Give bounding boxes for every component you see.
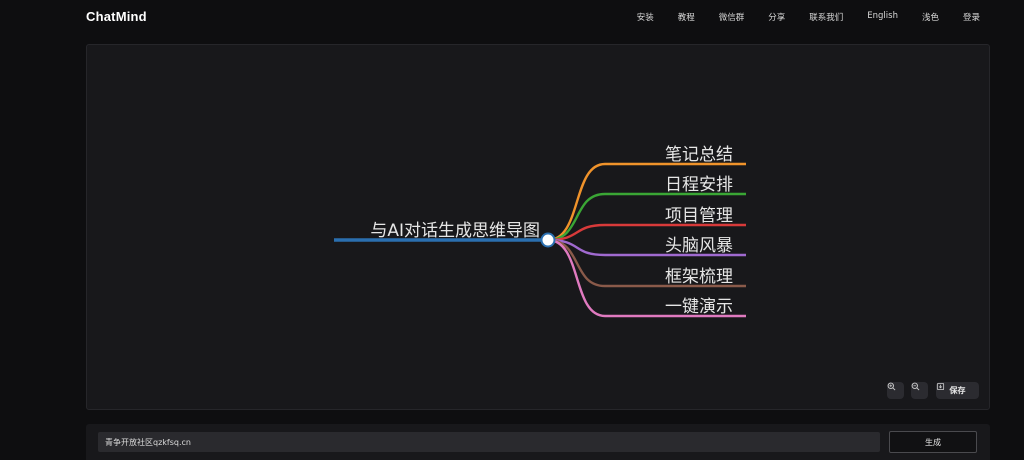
- root-node-label[interactable]: 与AI对话生成思维导图: [370, 221, 540, 241]
- zoom-in-icon: [887, 382, 896, 391]
- branch-node-label[interactable]: 项目管理: [665, 206, 733, 226]
- generate-button[interactable]: 生成: [889, 431, 977, 453]
- nav-light-theme[interactable]: 浅色: [922, 11, 939, 23]
- zoom-out-icon: [911, 382, 920, 391]
- nav-share[interactable]: 分享: [768, 11, 785, 23]
- zoom-out-button[interactable]: [911, 382, 928, 399]
- save-label: 保存: [949, 386, 966, 395]
- nav-tutorial[interactable]: 教程: [678, 11, 695, 23]
- branch-node-label[interactable]: 日程安排: [665, 175, 733, 195]
- mindmap-svg[interactable]: 与AI对话生成思维导图 笔记总结日程安排项目管理头脑风暴框架梳理一键演示: [87, 45, 991, 411]
- save-button[interactable]: 保存: [936, 382, 979, 399]
- prompt-input[interactable]: [98, 432, 880, 452]
- nav-install[interactable]: 安装: [637, 11, 654, 23]
- branch-node-label[interactable]: 一键演示: [665, 297, 733, 317]
- save-icon: [936, 382, 945, 391]
- prompt-panel: 生成: [86, 424, 990, 460]
- page: ChatMind 安装 教程 微信群 分享 联系我们 English 浅色 登录 与AI对话生…: [0, 0, 1024, 460]
- branch-node-label[interactable]: 头脑风暴: [665, 236, 733, 256]
- zoom-in-button[interactable]: [887, 382, 904, 399]
- mindmap-canvas[interactable]: 与AI对话生成思维导图 笔记总结日程安排项目管理头脑风暴框架梳理一键演示: [86, 44, 990, 410]
- branch-node-label[interactable]: 框架梳理: [665, 267, 733, 287]
- nav-english[interactable]: English: [867, 11, 898, 23]
- branch-node-label[interactable]: 笔记总结: [665, 145, 733, 165]
- app-logo[interactable]: ChatMind: [86, 9, 147, 24]
- nav-login[interactable]: 登录: [963, 11, 980, 23]
- nav-contact[interactable]: 联系我们: [809, 11, 843, 23]
- top-nav: 安装 教程 微信群 分享 联系我们 English 浅色 登录: [637, 11, 980, 23]
- nav-wechat-group[interactable]: 微信群: [719, 11, 745, 23]
- top-header: ChatMind 安装 教程 微信群 分享 联系我们 English 浅色 登录: [0, 0, 1024, 36]
- root-expand-handle[interactable]: [540, 232, 556, 248]
